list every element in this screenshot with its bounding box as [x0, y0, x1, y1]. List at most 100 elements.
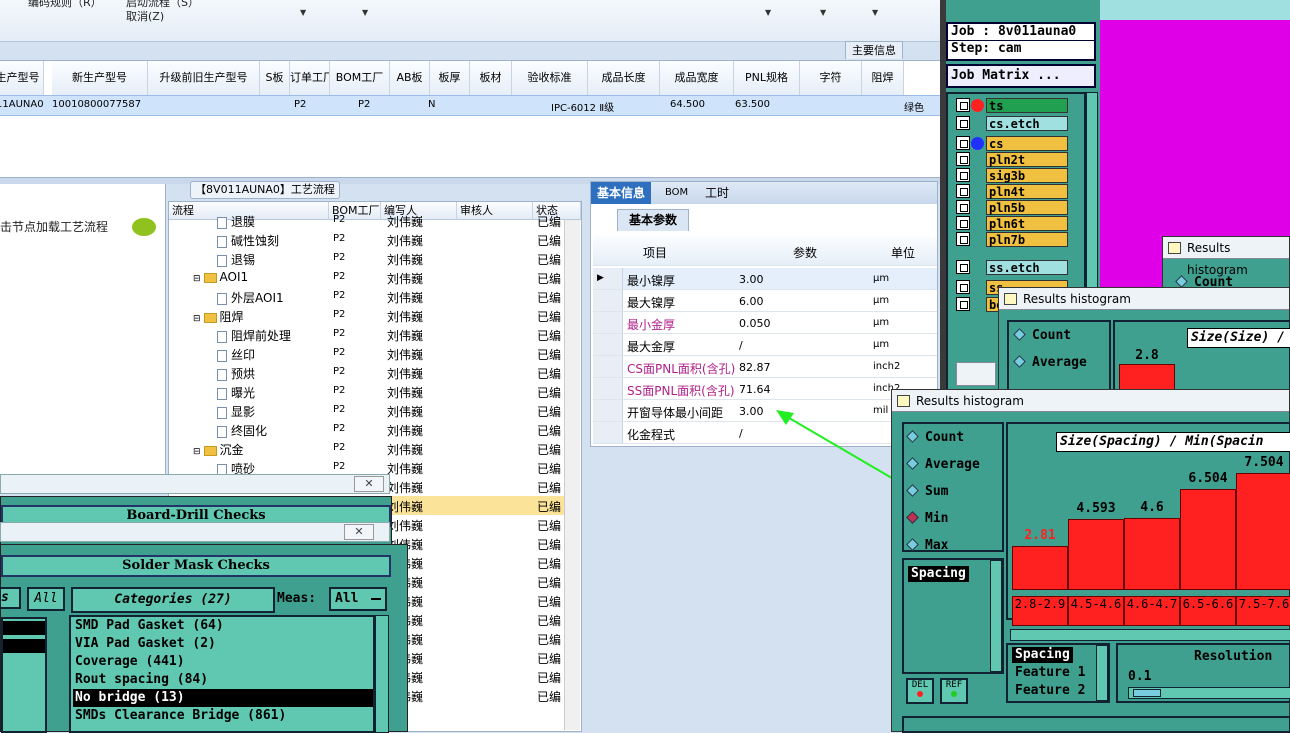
- layer-checkbox[interactable]: [956, 136, 970, 150]
- grid-header[interactable]: 成品长度: [588, 61, 660, 95]
- layer-row[interactable]: cs.etch: [956, 116, 1068, 131]
- close-icon[interactable]: ✕: [354, 476, 384, 492]
- layer-row[interactable]: sig3b: [956, 168, 1068, 183]
- layer-row[interactable]: pln6t: [956, 216, 1068, 231]
- grid-header[interactable]: 成品宽度: [660, 61, 734, 95]
- radio-average[interactable]: Average: [1013, 355, 1087, 370]
- grid-header[interactable]: 新生产型号: [52, 61, 148, 95]
- tree-row[interactable]: 曝光 P2 刘伟巍 已编: [169, 382, 565, 401]
- histogram-window-mid[interactable]: Results histogram Count Average Size(Siz…: [998, 287, 1290, 398]
- chevron-down-icon[interactable]: ▼: [300, 8, 306, 17]
- meas-select[interactable]: All: [329, 587, 387, 611]
- layer-row[interactable]: cs: [956, 136, 1068, 151]
- tab-basic-params[interactable]: 基本参数: [617, 209, 689, 231]
- layer-checkbox[interactable]: [956, 152, 970, 166]
- tree-node[interactable]: ⊟ AOI1: [193, 270, 248, 284]
- sets-button[interactable]: s: [0, 587, 21, 609]
- expand-icon[interactable]: ⊟: [193, 314, 201, 324]
- chevron-down-icon[interactable]: ▼: [362, 8, 368, 17]
- grid-header[interactable]: 板厚: [430, 61, 470, 95]
- category-item[interactable]: SMD Pad Gasket (64): [73, 617, 373, 635]
- tree-row[interactable]: 退膜 P2 刘伟巍 已编: [169, 211, 565, 230]
- delete-button[interactable]: DEL: [906, 678, 934, 704]
- tree-node[interactable]: 阻焊前处理: [217, 327, 291, 344]
- layer-checkbox[interactable]: [956, 232, 970, 246]
- tree-row[interactable]: ⊟ 阻焊 P2 刘伟巍 已编: [169, 306, 565, 325]
- grid-header[interactable]: AB板: [390, 61, 430, 95]
- grid-header[interactable]: 订单工厂: [290, 61, 330, 95]
- grid-header[interactable]: 生产型号: [0, 61, 44, 95]
- tree-node[interactable]: 终固化: [217, 422, 267, 439]
- category-item[interactable]: Coverage (441): [73, 653, 373, 671]
- chat-bubble-icon[interactable]: [132, 218, 156, 236]
- feature-item[interactable]: Feature 1: [1012, 665, 1088, 681]
- scrollbar[interactable]: [375, 615, 389, 733]
- layer-checkbox[interactable]: [956, 116, 970, 130]
- expand-icon[interactable]: ⊟: [193, 447, 201, 457]
- feature-item[interactable]: Spacing: [1012, 647, 1073, 663]
- layer-checkbox[interactable]: [956, 98, 970, 112]
- refresh-button[interactable]: REF: [940, 678, 968, 704]
- param-value[interactable]: /: [739, 339, 743, 352]
- grid-header[interactable]: 升级前旧生产型号: [148, 61, 260, 95]
- histogram-window-front[interactable]: Results histogram Count Average Sum Min Max …: [891, 389, 1290, 733]
- tree-node[interactable]: 外层AOI1: [217, 289, 284, 306]
- close-icon[interactable]: ✕: [344, 524, 374, 540]
- radio-average[interactable]: Average: [906, 457, 980, 472]
- param-row[interactable]: SS面PNL面积(含孔) 71.64 inch2: [593, 378, 937, 400]
- radio-min[interactable]: Min: [906, 511, 948, 526]
- chevron-down-icon[interactable]: ▼: [872, 8, 878, 17]
- table-row[interactable]: 11AUNA0 10010800077587 P2 P2 N IPC-6012 Ⅱ级 64.…: [0, 95, 940, 116]
- resolution-slider[interactable]: [1128, 687, 1290, 699]
- tree-node[interactable]: 曝光: [217, 384, 255, 401]
- menu-encode-rule[interactable]: 编码规则（R）: [28, 0, 102, 10]
- grid-header[interactable]: 字符: [800, 61, 862, 95]
- tree-node[interactable]: 退膜: [217, 213, 255, 230]
- grid-header[interactable]: 验收标准: [512, 61, 588, 95]
- param-row[interactable]: 最小金厚 0.050 μm: [593, 312, 937, 334]
- grid-header[interactable]: 阻焊: [862, 61, 904, 95]
- layer-checkbox[interactable]: [956, 216, 970, 230]
- feature-item[interactable]: Feature 2: [1012, 683, 1088, 699]
- categories-button[interactable]: Categories (27): [71, 587, 275, 613]
- param-value[interactable]: 0.050: [739, 317, 771, 330]
- scrollbar[interactable]: [564, 220, 580, 730]
- grid-header[interactable]: S板: [260, 61, 290, 95]
- grid-header[interactable]: 板材: [470, 61, 512, 95]
- layer-checkbox[interactable]: [956, 184, 970, 198]
- radio-count[interactable]: Count: [906, 430, 964, 445]
- tree-row[interactable]: ⊟ 沉金 P2 刘伟巍 已编: [169, 439, 565, 458]
- param-row[interactable]: 最大镍厚 6.00 μm: [593, 290, 937, 312]
- scrollbar[interactable]: [990, 560, 1002, 672]
- expand-icon[interactable]: ⊟: [193, 274, 201, 284]
- layer-row[interactable]: ts: [956, 98, 1068, 113]
- param-row[interactable]: CS面PNL面积(含孔) 82.87 inch2: [593, 356, 937, 378]
- tree-row[interactable]: 碱性蚀刻 P2 刘伟巍 已编: [169, 230, 565, 249]
- radio-count[interactable]: Count: [1013, 328, 1071, 343]
- param-value[interactable]: 6.00: [739, 295, 764, 308]
- layer-row[interactable]: pln4t: [956, 184, 1068, 199]
- layer-row[interactable]: pln7b: [956, 232, 1068, 247]
- category-item[interactable]: SMDs Clearance Bridge (861): [73, 707, 373, 725]
- layer-row[interactable]: pln2t: [956, 152, 1068, 167]
- param-value[interactable]: 3.00: [739, 405, 764, 418]
- category-item[interactable]: VIA Pad Gasket (2): [73, 635, 373, 653]
- layer-row[interactable]: ss.etch: [956, 260, 1068, 275]
- radio-max[interactable]: Max: [906, 538, 948, 553]
- tree-node[interactable]: 预烘: [217, 365, 255, 382]
- tree-node[interactable]: 丝印: [217, 346, 255, 363]
- tree-node[interactable]: ⊟ 阻焊: [193, 308, 244, 325]
- tree-row[interactable]: 阻焊前处理 P2 刘伟巍 已编: [169, 325, 565, 344]
- tree-row[interactable]: 退锡 P2 刘伟巍 已编: [169, 249, 565, 268]
- grid-header[interactable]: BOM工厂: [330, 61, 390, 95]
- tree-row[interactable]: 外层AOI1 P2 刘伟巍 已编: [169, 287, 565, 306]
- param-row[interactable]: ▶ 最小镍厚 3.00 μm: [593, 268, 937, 290]
- category-item[interactable]: Rout spacing (84): [73, 671, 373, 689]
- tree-node[interactable]: 碱性蚀刻: [217, 232, 279, 249]
- tab-bom[interactable]: BOM: [659, 182, 694, 204]
- tree-row[interactable]: 丝印 P2 刘伟巍 已编: [169, 344, 565, 363]
- param-value[interactable]: 3.00: [739, 273, 764, 286]
- scrollbar[interactable]: [1096, 645, 1108, 701]
- menu-cancel[interactable]: 取消(Z): [126, 8, 164, 24]
- param-value[interactable]: /: [739, 427, 743, 440]
